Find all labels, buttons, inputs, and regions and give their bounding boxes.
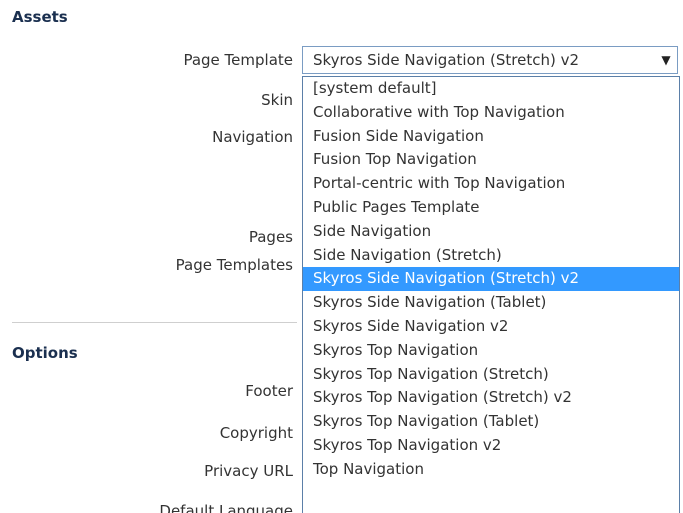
dropdown-option[interactable]: Portal-centric with Top Navigation [303, 172, 679, 196]
skin-label: Skin [261, 91, 293, 109]
dropdown-option[interactable]: Side Navigation [303, 220, 679, 244]
dropdown-option[interactable]: Fusion Side Navigation [303, 125, 679, 149]
dropdown-option[interactable]: Skyros Top Navigation (Stretch) [303, 363, 679, 387]
dropdown-option[interactable]: Top Navigation [303, 458, 679, 482]
navigation-label: Navigation [212, 128, 293, 146]
privacy-url-label: Privacy URL [204, 462, 293, 480]
dropdown-option[interactable]: Public Pages Template [303, 196, 679, 220]
dropdown-option[interactable]: Skyros Top Navigation (Stretch) v2 [303, 386, 679, 410]
dropdown-option[interactable]: [system default] [303, 77, 679, 101]
dropdown-option-selected[interactable]: Skyros Side Navigation (Stretch) v2 [303, 267, 679, 292]
copyright-label: Copyright [219, 424, 293, 442]
dropdown-option[interactable]: Side Navigation (Stretch) [303, 244, 679, 268]
page-template-select[interactable]: Skyros Side Navigation (Stretch) v2 ▼ [302, 46, 678, 74]
dropdown-option[interactable]: Skyros Top Navigation (Tablet) [303, 410, 679, 434]
dropdown-option[interactable]: Collaborative with Top Navigation [303, 101, 679, 125]
settings-panel: Assets Page Template Skin Navigation Pag… [0, 0, 683, 513]
assets-section-title: Assets [12, 8, 68, 26]
options-section-title: Options [12, 344, 78, 362]
dropdown-option[interactable]: Skyros Side Navigation (Tablet) [303, 291, 679, 315]
footer-label: Footer [245, 382, 293, 400]
pages-label: Pages [248, 228, 293, 246]
dropdown-option[interactable]: Skyros Top Navigation v2 [303, 434, 679, 458]
caret-down-icon[interactable]: ▼ [655, 53, 677, 67]
page-templates-label: Page Templates [175, 256, 293, 274]
page-template-dropdown-list: [system default] Collaborative with Top N… [302, 76, 680, 513]
page-template-label: Page Template [183, 51, 293, 69]
default-language-label: Default Language [159, 502, 293, 513]
dropdown-option[interactable]: Skyros Top Navigation [303, 339, 679, 363]
dropdown-option[interactable]: Fusion Top Navigation [303, 148, 679, 172]
section-divider [12, 322, 297, 323]
page-template-select-value: Skyros Side Navigation (Stretch) v2 [313, 51, 580, 69]
dropdown-option[interactable]: Skyros Side Navigation v2 [303, 315, 679, 339]
